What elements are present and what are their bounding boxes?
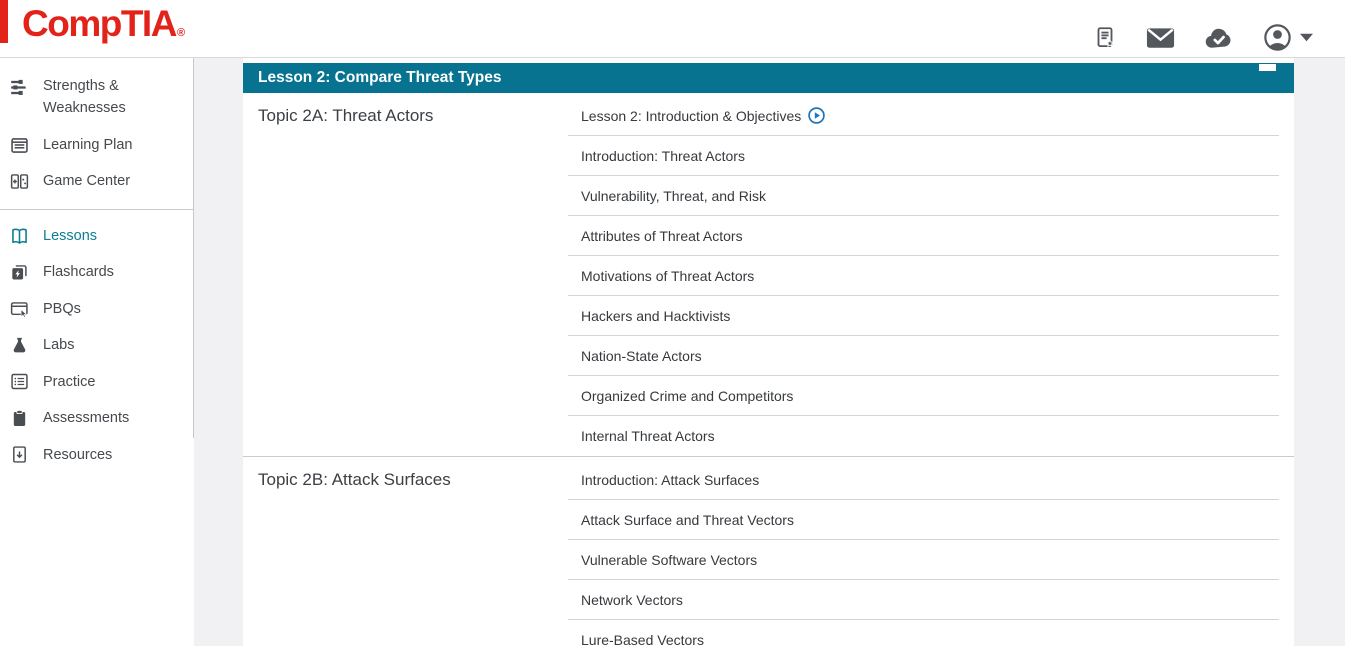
sidebar-item-game-center[interactable]: Game Center xyxy=(0,163,194,199)
app-header: CompTIA® xyxy=(0,0,1345,58)
lesson-item-label: Organized Crime and Competitors xyxy=(581,388,793,404)
lesson-item-row[interactable]: Attack Surface and Threat Vectors xyxy=(568,500,1279,540)
browser-cursor-icon xyxy=(9,299,30,320)
topic-section-2a: Topic 2A: Threat Actors Lesson 2: Introd… xyxy=(243,93,1294,456)
sidebar-item-assessments[interactable]: Assessments xyxy=(0,400,194,436)
sidebar-item-label: Flashcards xyxy=(43,261,114,283)
sidebar-item-strengths-weaknesses[interactable]: Strengths & Weaknesses xyxy=(0,68,194,127)
sidebar-item-resources[interactable]: Resources xyxy=(0,437,194,473)
sidebar-item-flashcards[interactable]: Flashcards xyxy=(0,254,194,290)
cloud-check-icon[interactable] xyxy=(1203,25,1235,51)
header-icon-group xyxy=(1092,22,1313,53)
lesson-item-label: Attack Surface and Threat Vectors xyxy=(581,512,794,528)
game-tiles-icon xyxy=(9,171,30,192)
app-window: CompTIA® xyxy=(0,0,1345,646)
sidebar-item-lessons[interactable]: Lessons xyxy=(0,218,194,254)
registered-mark: ® xyxy=(177,27,184,39)
lesson-item-row[interactable]: Nation-State Actors xyxy=(568,336,1279,376)
sidebar-item-label: Lessons xyxy=(43,225,97,247)
lesson-item-label: Lure-Based Vectors xyxy=(581,632,704,646)
lesson-item-row[interactable]: Network Vectors xyxy=(568,580,1279,620)
sidebar-item-label: PBQs xyxy=(43,298,81,320)
topic-title: Topic 2A: Threat Actors xyxy=(243,93,568,456)
document-download-icon xyxy=(9,444,30,465)
lesson-item-label: Vulnerability, Threat, and Risk xyxy=(581,188,766,204)
brand-accent-bar xyxy=(0,0,8,43)
minimize-dash-icon[interactable] xyxy=(1259,64,1276,71)
comptia-logo[interactable]: CompTIA® xyxy=(22,3,184,45)
sidebar-divider-line xyxy=(193,58,194,438)
equalizer-icon xyxy=(9,77,30,98)
flask-icon xyxy=(9,335,30,356)
sidebar-item-pbqs[interactable]: PBQs xyxy=(0,291,194,327)
lesson-item-label: Nation-State Actors xyxy=(581,348,702,364)
topic-title: Topic 2B: Attack Surfaces xyxy=(243,457,568,646)
topic-item-list: Introduction: Attack Surfaces Attack Sur… xyxy=(568,457,1279,646)
topic-item-list: Lesson 2: Introduction & Objectives Intr… xyxy=(568,93,1279,456)
transcript-document-icon[interactable] xyxy=(1092,23,1118,53)
notebook-icon xyxy=(9,135,30,156)
account-icon xyxy=(1262,22,1293,53)
sidebar-item-labs[interactable]: Labs xyxy=(0,327,194,363)
lesson-title: Lesson 2: Compare Threat Types xyxy=(258,69,501,87)
lesson-item-row[interactable]: Internal Threat Actors xyxy=(568,416,1279,456)
lesson-item-row[interactable]: Lure-Based Vectors xyxy=(568,620,1279,646)
lesson-item-label: Introduction: Threat Actors xyxy=(581,148,745,164)
sidebar-item-label: Strengths & Weaknesses xyxy=(43,75,155,120)
lesson-item-row[interactable]: Introduction: Threat Actors xyxy=(568,136,1279,176)
sidebar-item-label: Learning Plan xyxy=(43,134,133,156)
logo-text: CompTIA xyxy=(22,3,176,44)
lesson-item-row[interactable]: Hackers and Hacktivists xyxy=(568,296,1279,336)
lesson-header-bar[interactable]: Lesson 2: Compare Threat Types xyxy=(243,63,1294,93)
lesson-item-label: Network Vectors xyxy=(581,592,683,608)
sidebar-item-label: Game Center xyxy=(43,170,130,192)
sidebar-item-label: Labs xyxy=(43,334,74,356)
lesson-item-label: Internal Threat Actors xyxy=(581,428,715,444)
flashcard-bolt-icon xyxy=(9,262,30,283)
checklist-icon xyxy=(9,371,30,392)
sidebar-item-label: Assessments xyxy=(43,407,129,429)
sidebar-nav: Strengths & Weaknesses Learning Plan xyxy=(0,58,194,473)
caret-down-icon xyxy=(1300,33,1313,42)
lesson-item-label: Attributes of Threat Actors xyxy=(581,228,743,244)
play-icon[interactable] xyxy=(808,107,825,124)
lesson-item-label: Motivations of Threat Actors xyxy=(581,268,754,284)
lesson-item-label: Hackers and Hacktivists xyxy=(581,308,730,324)
lesson-item-row[interactable]: Vulnerability, Threat, and Risk xyxy=(568,176,1279,216)
sidebar: Strengths & Weaknesses Learning Plan xyxy=(0,58,194,646)
topic-section-2b: Topic 2B: Attack Surfaces Introduction: … xyxy=(243,456,1294,646)
open-book-icon xyxy=(9,226,30,247)
lesson-item-label: Lesson 2: Introduction & Objectives xyxy=(581,108,801,124)
sidebar-separator xyxy=(0,209,194,210)
lesson-item-row[interactable]: Vulnerable Software Vectors xyxy=(568,540,1279,580)
lesson-panel: Lesson 2: Compare Threat Types Topic 2A:… xyxy=(243,58,1294,646)
sidebar-item-label: Practice xyxy=(43,371,95,393)
lesson-item-label: Vulnerable Software Vectors xyxy=(581,552,757,568)
lesson-item-row[interactable]: Introduction: Attack Surfaces xyxy=(568,460,1279,500)
sidebar-item-practice[interactable]: Practice xyxy=(0,364,194,400)
lesson-item-row[interactable]: Lesson 2: Introduction & Objectives xyxy=(568,96,1279,136)
lesson-item-label: Introduction: Attack Surfaces xyxy=(581,472,759,488)
clipboard-icon xyxy=(9,408,30,429)
sidebar-item-label: Resources xyxy=(43,444,112,466)
lesson-item-row[interactable]: Organized Crime and Competitors xyxy=(568,376,1279,416)
mail-icon[interactable] xyxy=(1145,25,1176,51)
sidebar-item-learning-plan[interactable]: Learning Plan xyxy=(0,127,194,163)
lesson-item-row[interactable]: Attributes of Threat Actors xyxy=(568,216,1279,256)
lesson-item-row[interactable]: Motivations of Threat Actors xyxy=(568,256,1279,296)
account-menu-button[interactable] xyxy=(1262,22,1313,53)
